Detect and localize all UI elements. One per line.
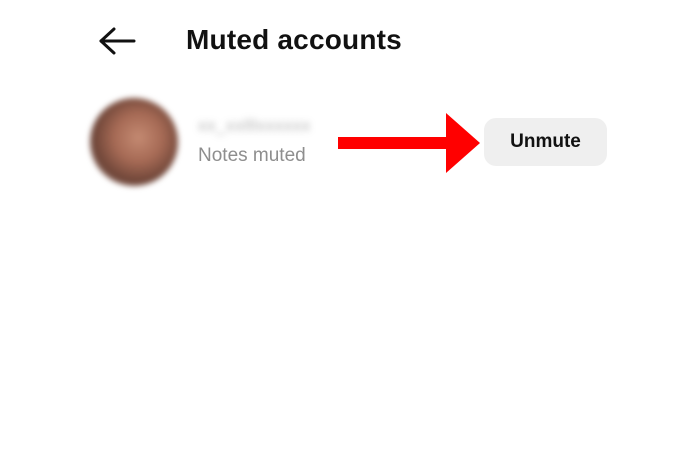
- muted-accounts-screen: Muted accounts xx_xxlllxxxxxx Notes mute…: [0, 0, 700, 467]
- annotation-arrow-shaft: [338, 137, 450, 149]
- page-title: Muted accounts: [186, 24, 402, 55]
- avatar[interactable]: [90, 98, 178, 186]
- arrow-left-icon: [99, 27, 136, 55]
- annotation-arrow: [338, 113, 480, 173]
- annotation-arrow-head: [446, 113, 480, 173]
- account-username[interactable]: xx_xxlllxxxxxx: [198, 116, 311, 136]
- unmute-button[interactable]: Unmute: [484, 118, 607, 166]
- back-button[interactable]: [96, 22, 140, 60]
- mute-status: Notes muted: [198, 145, 306, 166]
